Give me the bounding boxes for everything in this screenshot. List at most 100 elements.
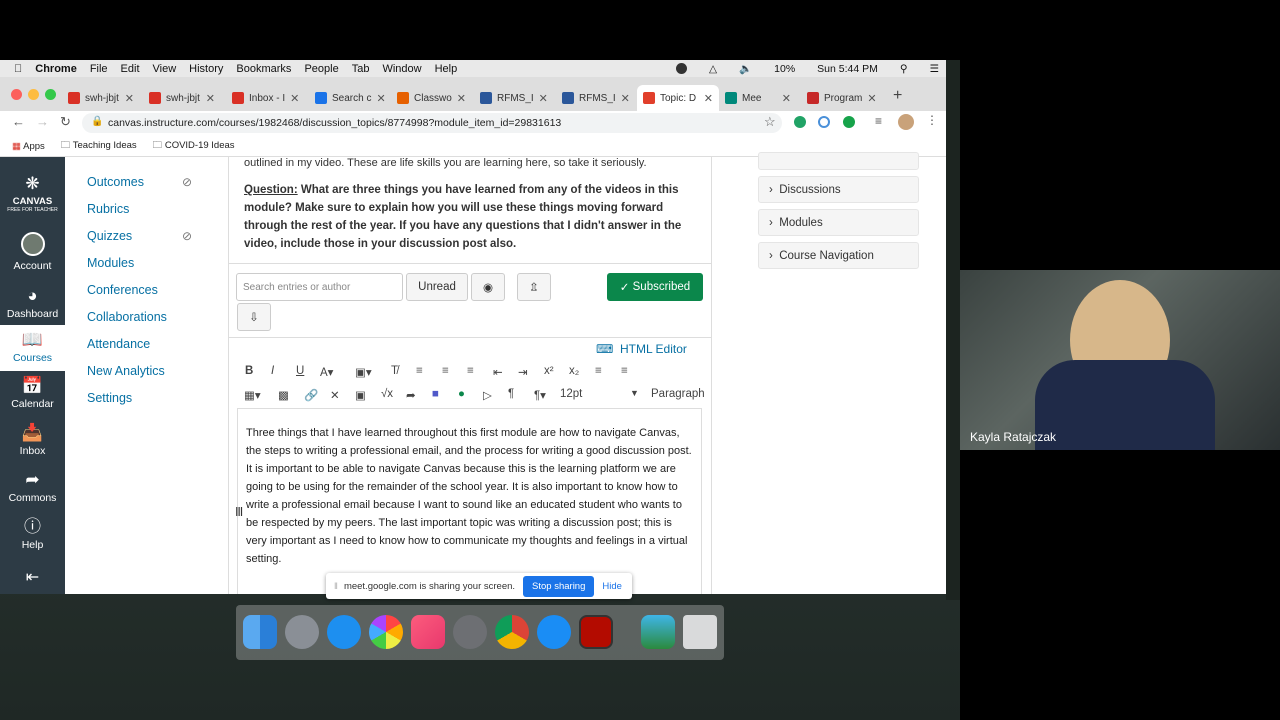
list-icon[interactable]: ☰ bbox=[930, 63, 939, 75]
align-left-icon[interactable]: ≡ bbox=[416, 365, 423, 377]
subscript-icon[interactable]: x₂ bbox=[569, 365, 579, 377]
tab-close-icon[interactable]: ✕ bbox=[457, 92, 466, 105]
extension-grammarly-icon[interactable] bbox=[794, 116, 806, 128]
new-tab-button[interactable]: + bbox=[893, 87, 902, 105]
reload-icon[interactable]: ↻ bbox=[60, 114, 71, 130]
safari-icon[interactable] bbox=[537, 615, 571, 649]
menu-window[interactable]: Window bbox=[382, 63, 421, 75]
panel-course-navigation[interactable]: › Course Navigation bbox=[758, 242, 919, 269]
browser-tab[interactable]: Classwo ✕ bbox=[391, 85, 469, 111]
course-nav-modules[interactable]: Modules bbox=[87, 256, 134, 270]
bookmark-teaching-ideas[interactable]: 🗀 Teaching Ideas bbox=[61, 138, 137, 154]
gnav-dashboard[interactable]: ◕ Dashboard bbox=[0, 287, 65, 321]
menu-view[interactable]: View bbox=[153, 63, 177, 75]
tab-close-icon[interactable]: ✕ bbox=[290, 92, 299, 105]
volume-icon[interactable]: 🔈 bbox=[739, 62, 752, 75]
align-right-icon[interactable]: ≡ bbox=[467, 365, 474, 377]
search-icon[interactable]: ⚲ bbox=[900, 63, 908, 75]
tab-close-icon[interactable]: ✕ bbox=[704, 92, 713, 105]
unread-button[interactable]: Unread bbox=[406, 273, 468, 301]
menu-help[interactable]: Help bbox=[435, 63, 458, 75]
highlight-color-icon[interactable]: ▣▾ bbox=[355, 365, 372, 379]
collapse-nav-icon[interactable]: ⇤ bbox=[0, 567, 65, 587]
table-icon[interactable]: ▦▾ bbox=[244, 388, 261, 402]
align-center-icon[interactable]: ≡ bbox=[442, 365, 449, 377]
block-format-select[interactable]: Paragraph bbox=[651, 388, 705, 400]
menu-history[interactable]: History bbox=[189, 63, 223, 75]
menu-file[interactable]: File bbox=[90, 63, 108, 75]
apple-icon[interactable]:  bbox=[14, 63, 22, 75]
search-entries-input[interactable]: Search entries or author bbox=[236, 273, 403, 301]
image-icon[interactable]: ▣ bbox=[355, 388, 366, 402]
browser-tab[interactable]: swh-jbjt ✕ bbox=[62, 85, 140, 111]
rtl-icon[interactable]: ¶▾ bbox=[534, 388, 546, 402]
reply-body-text[interactable]: Three things that I have learned through… bbox=[246, 424, 694, 568]
wifi-icon[interactable]: △ bbox=[709, 63, 717, 75]
superscript-icon[interactable]: x² bbox=[544, 365, 554, 377]
media-icon[interactable]: ≡ bbox=[875, 114, 882, 128]
tab-close-icon[interactable]: ✕ bbox=[621, 92, 630, 105]
expand-replies-button[interactable]: ⇩ bbox=[237, 303, 271, 331]
status-icon[interactable] bbox=[676, 63, 687, 74]
browser-tab[interactable]: swh-jbjt ✕ bbox=[143, 85, 221, 111]
extension-icon[interactable] bbox=[818, 116, 830, 128]
unlink-icon[interactable]: ✕ bbox=[330, 388, 340, 402]
media-embed-icon[interactable]: ▩ bbox=[278, 388, 289, 402]
battery-percent[interactable]: 10% bbox=[774, 63, 795, 75]
underline-icon[interactable]: U bbox=[296, 365, 304, 377]
system-preferences-icon[interactable] bbox=[453, 615, 487, 649]
gnav-help[interactable]: ⓘ Help bbox=[0, 518, 65, 552]
subscribed-button[interactable]: ✓ Subscribed bbox=[607, 273, 703, 301]
clear-formatting-icon[interactable]: T̸ bbox=[391, 365, 398, 377]
menu-chrome[interactable]: Chrome bbox=[35, 63, 77, 75]
gnav-commons[interactable]: ➦ Commons bbox=[0, 471, 65, 505]
gnav-calendar[interactable]: 📅 Calendar bbox=[0, 377, 65, 411]
browser-tab[interactable]: Topic: D ✕ bbox=[637, 85, 719, 111]
ltr-icon[interactable]: ¶ bbox=[508, 388, 514, 400]
photos-icon[interactable] bbox=[369, 615, 403, 649]
indent-icon[interactable]: ⇥ bbox=[518, 365, 528, 379]
bookmark-covid-ideas[interactable]: 🗀 COVID-19 Ideas bbox=[153, 138, 235, 154]
gnav-account[interactable]: Account bbox=[0, 230, 65, 276]
browser-tab[interactable]: Mee ✕ bbox=[719, 85, 797, 111]
outdent-icon[interactable]: ⇤ bbox=[493, 365, 503, 379]
trash-icon[interactable] bbox=[683, 615, 717, 649]
extension-green-icon[interactable] bbox=[843, 116, 855, 128]
course-nav-attendance[interactable]: Attendance bbox=[87, 337, 150, 351]
bullet-list-icon[interactable]: ≡ bbox=[595, 365, 602, 377]
italic-icon[interactable]: I bbox=[271, 365, 274, 377]
browser-tab[interactable]: Search c ✕ bbox=[309, 85, 387, 111]
stop-sharing-button[interactable]: Stop sharing bbox=[523, 575, 595, 597]
numbered-list-icon[interactable]: ≡ bbox=[621, 365, 628, 377]
browser-tab[interactable]: Program ✕ bbox=[801, 85, 879, 111]
tab-close-icon[interactable]: ✕ bbox=[376, 92, 385, 105]
bookmark-apps[interactable]: ▦ Apps bbox=[12, 141, 45, 152]
teams-icon[interactable]: ■ bbox=[432, 388, 439, 400]
profile-avatar[interactable] bbox=[898, 114, 914, 130]
gnav-courses[interactable]: 📖 Courses bbox=[0, 325, 65, 371]
text-color-icon[interactable]: A▾ bbox=[320, 365, 333, 379]
course-nav-collaborations[interactable]: Collaborations bbox=[87, 310, 167, 324]
course-nav-conferences[interactable]: Conferences bbox=[87, 283, 158, 297]
font-size-select[interactable]: 12pt bbox=[560, 388, 582, 400]
finder-icon[interactable] bbox=[243, 615, 277, 649]
menu-bookmarks[interactable]: Bookmarks bbox=[236, 63, 291, 75]
acrobat-icon[interactable] bbox=[579, 615, 613, 649]
html-editor-link[interactable]: ⌨ HTML Editor bbox=[596, 342, 687, 356]
itunes-icon[interactable] bbox=[411, 615, 445, 649]
course-nav-quizzes[interactable]: Quizzes bbox=[87, 229, 132, 243]
bookmark-star-icon[interactable]: ☆ bbox=[764, 114, 776, 130]
bold-icon[interactable]: B bbox=[245, 365, 253, 377]
tab-close-icon[interactable]: ✕ bbox=[782, 92, 791, 105]
forward-icon[interactable]: → bbox=[36, 114, 49, 129]
url-bar[interactable]: 🔒 canvas.instructure.com/courses/1982468… bbox=[82, 113, 782, 133]
launchpad-icon[interactable] bbox=[285, 615, 319, 649]
tab-close-icon[interactable]: ✕ bbox=[206, 92, 215, 105]
back-icon[interactable]: ← bbox=[12, 114, 25, 129]
course-nav-outcomes[interactable]: Outcomes bbox=[87, 175, 144, 189]
app-store-icon[interactable] bbox=[327, 615, 361, 649]
panel-discussions[interactable]: › Discussions bbox=[758, 176, 919, 203]
drag-handle-icon[interactable]: ‖ bbox=[334, 581, 338, 592]
maximize-window-icon[interactable] bbox=[45, 89, 56, 100]
menu-people[interactable]: People bbox=[304, 63, 338, 75]
